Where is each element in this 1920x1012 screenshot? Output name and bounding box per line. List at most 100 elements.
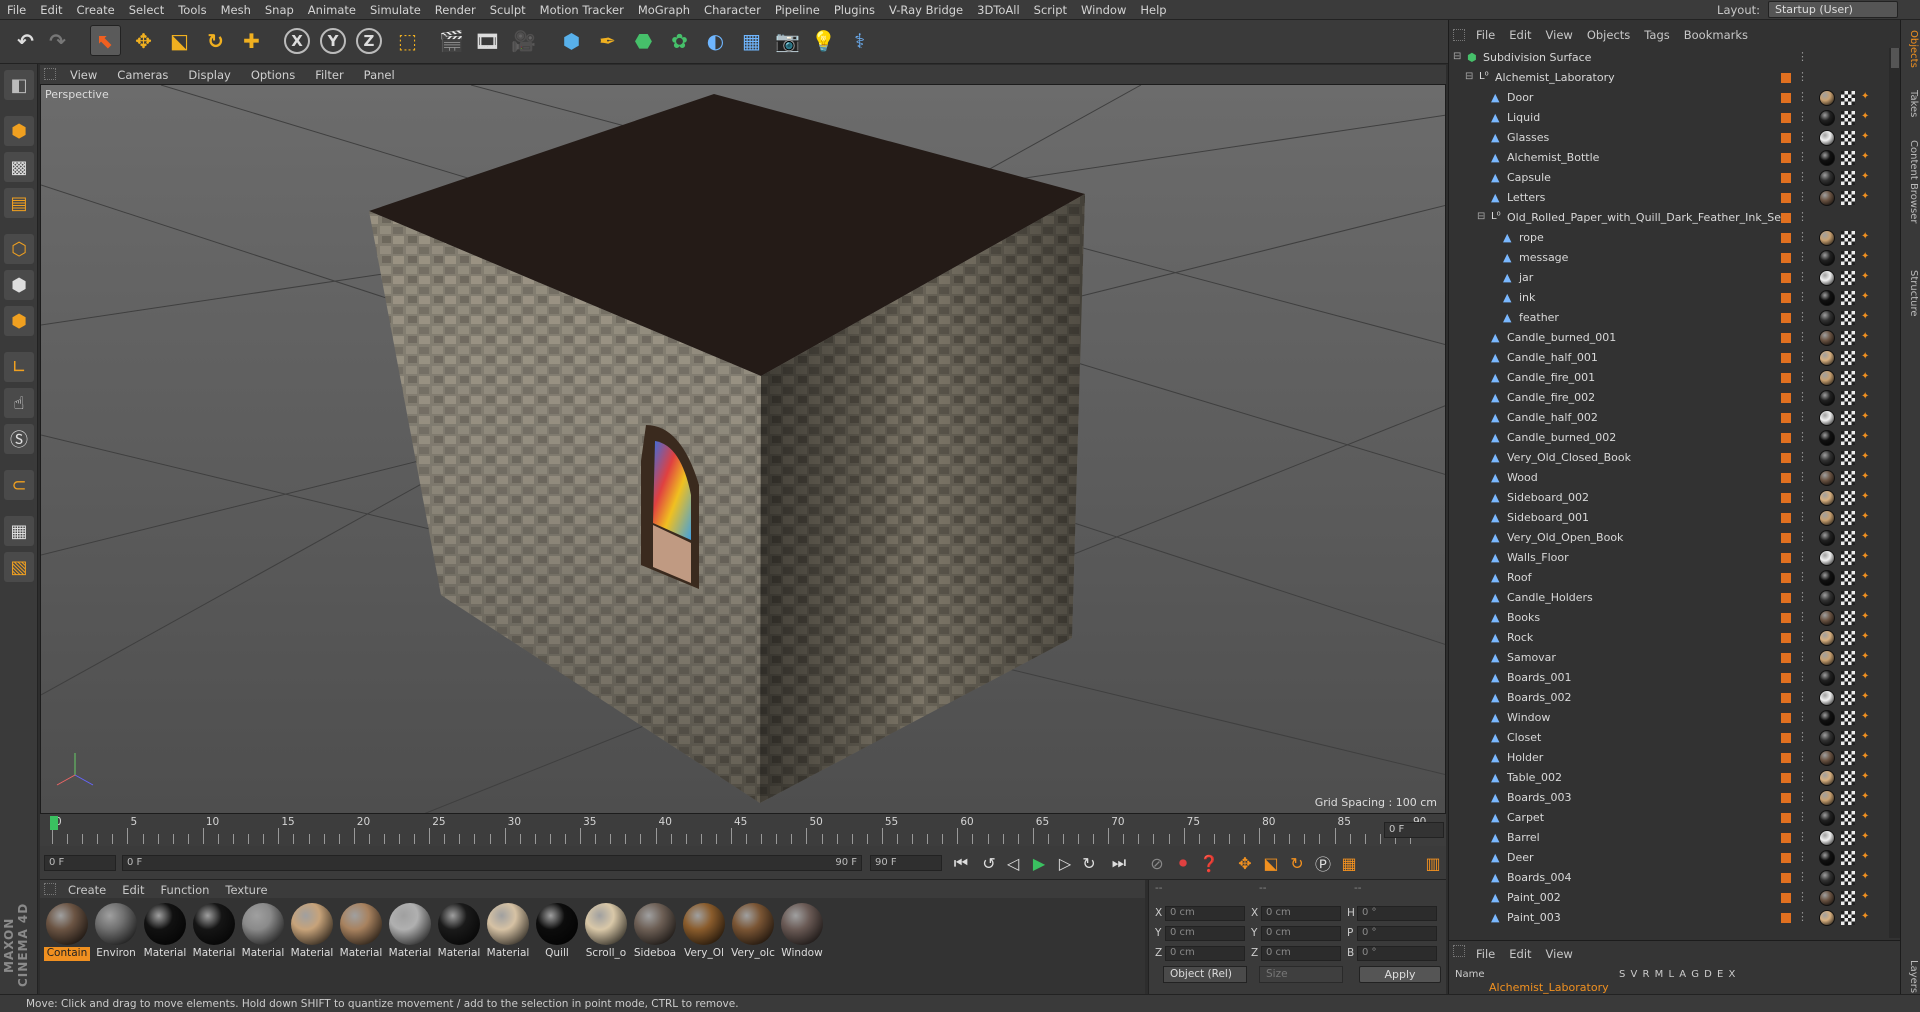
object-row-candle-half-002[interactable]: ▲ Candle_half_002 ⋮ ✦ (1449, 408, 1889, 428)
vray-tag-icon[interactable]: ✦ (1861, 451, 1869, 462)
object-row-rope[interactable]: ▲ rope ⋮ ✦ (1449, 228, 1889, 248)
material-tag-icon[interactable] (1819, 470, 1835, 486)
layer-color-icon[interactable] (1781, 893, 1791, 903)
material-tag-icon[interactable] (1819, 870, 1835, 886)
material-tag-icon[interactable] (1819, 310, 1835, 326)
visibility-dots-icon[interactable]: ⋮ (1797, 150, 1808, 163)
vray-tag-icon[interactable]: ✦ (1861, 811, 1869, 822)
preview-range-slider[interactable]: 0 F 90 F (122, 855, 862, 871)
menu-edit[interactable]: Edit (33, 0, 69, 20)
vray-tag-icon[interactable]: ✦ (1861, 851, 1869, 862)
material-swatch[interactable]: Sideboa (632, 903, 678, 961)
material-swatch[interactable]: Scroll_o (583, 903, 629, 961)
layer-color-icon[interactable] (1781, 713, 1791, 723)
visibility-dots-icon[interactable]: ⋮ (1797, 530, 1808, 543)
texture-tag-icon[interactable] (1841, 251, 1855, 265)
vray-tag-icon[interactable]: ✦ (1861, 671, 1869, 682)
material-tag-icon[interactable] (1819, 270, 1835, 286)
rotation-b-field[interactable]: 0 ° (1357, 946, 1437, 961)
texture-tag-icon[interactable] (1841, 491, 1855, 505)
layer-color-icon[interactable] (1781, 633, 1791, 643)
material-tag-icon[interactable] (1819, 450, 1835, 466)
texture-tag-icon[interactable] (1841, 891, 1855, 905)
layer-color-icon[interactable] (1781, 213, 1791, 223)
texture-tag-icon[interactable] (1841, 631, 1855, 645)
side-tab-content-browser[interactable]: Content Browser (1903, 140, 1919, 223)
material-tag-icon[interactable] (1819, 610, 1835, 626)
visibility-dots-icon[interactable]: ⋮ (1797, 410, 1808, 423)
layer-color-icon[interactable] (1781, 73, 1791, 83)
pen-spline-icon[interactable]: ✒ (592, 25, 623, 56)
material-tag-icon[interactable] (1819, 230, 1835, 246)
material-tag-icon[interactable] (1819, 850, 1835, 866)
size-z-field[interactable]: 0 cm (1261, 946, 1341, 961)
timeline-window-icon[interactable]: ▥ (1422, 852, 1444, 874)
texture-tag-icon[interactable] (1841, 611, 1855, 625)
object-row-samovar[interactable]: ▲ Samovar ⋮ ✦ (1449, 648, 1889, 668)
material-tag-icon[interactable] (1819, 90, 1835, 106)
texture-tag-icon[interactable] (1841, 591, 1855, 605)
object-row-deer[interactable]: ▲ Deer ⋮ ✦ (1449, 848, 1889, 868)
material-tag-icon[interactable] (1819, 430, 1835, 446)
key-rotation-icon[interactable]: ↻ (1286, 852, 1308, 874)
object-row-candle-half-001[interactable]: ▲ Candle_half_001 ⋮ ✦ (1449, 348, 1889, 368)
layer-color-icon[interactable] (1781, 113, 1791, 123)
vray-tag-icon[interactable]: ✦ (1861, 471, 1869, 482)
object-row-closet[interactable]: ▲ Closet ⋮ ✦ (1449, 728, 1889, 748)
layer-color-icon[interactable] (1781, 413, 1791, 423)
menu-help[interactable]: Help (1133, 0, 1173, 20)
start-frame-field[interactable]: 0 F (44, 855, 116, 871)
texture-tag-icon[interactable] (1841, 351, 1855, 365)
material-swatch[interactable]: Very_Ol (681, 903, 727, 961)
material-swatch[interactable]: Contain (44, 903, 90, 961)
workplane-grid-icon[interactable]: ▦ (4, 516, 34, 546)
texture-tag-icon[interactable] (1841, 511, 1855, 525)
panel-grip-icon[interactable] (1453, 29, 1465, 41)
material-tag-icon[interactable] (1819, 670, 1835, 686)
size-mode-select[interactable]: Size (1259, 966, 1343, 983)
material-tag-icon[interactable] (1819, 350, 1835, 366)
material-swatch[interactable]: Quill (534, 903, 580, 961)
record-keys-icon[interactable]: ⊘ (1146, 852, 1168, 874)
texture-tag-icon[interactable] (1841, 711, 1855, 725)
material-swatch[interactable]: Very_olc (730, 903, 776, 961)
material-tag-icon[interactable] (1819, 570, 1835, 586)
visibility-dots-icon[interactable]: ⋮ (1797, 670, 1808, 683)
material-tag-icon[interactable] (1819, 490, 1835, 506)
texture-tag-icon[interactable] (1841, 271, 1855, 285)
material-swatch[interactable]: Window (779, 903, 825, 961)
vray-tag-icon[interactable]: ✦ (1861, 631, 1869, 642)
current-frame-field[interactable]: 0 F (1384, 822, 1444, 838)
vray-tag-icon[interactable]: ✦ (1861, 911, 1869, 922)
material-tag-icon[interactable] (1819, 630, 1835, 646)
menu-plugins[interactable]: Plugins (827, 0, 882, 20)
visibility-dots-icon[interactable]: ⋮ (1797, 750, 1808, 763)
layer-color-icon[interactable] (1781, 813, 1791, 823)
visibility-dots-icon[interactable]: ⋮ (1797, 870, 1808, 883)
previous-frame-icon[interactable]: ◁ (1002, 852, 1024, 874)
menu-motion-tracker[interactable]: Motion Tracker (533, 0, 631, 20)
object-row-books[interactable]: ▲ Books ⋮ ✦ (1449, 608, 1889, 628)
texture-tag-icon[interactable] (1841, 731, 1855, 745)
menu-script[interactable]: Script (1027, 0, 1074, 20)
texture-tag-icon[interactable] (1841, 331, 1855, 345)
texture-tag-icon[interactable] (1841, 471, 1855, 485)
object-row-sideboard-002[interactable]: ▲ Sideboard_002 ⋮ ✦ (1449, 488, 1889, 508)
menu-render[interactable]: Render (428, 0, 483, 20)
layer-color-icon[interactable] (1781, 333, 1791, 343)
material-tag-icon[interactable] (1819, 650, 1835, 666)
object-row-letters[interactable]: ▲ Letters ⋮ ✦ (1449, 188, 1889, 208)
object-row-candle-burned-002[interactable]: ▲ Candle_burned_002 ⋮ ✦ (1449, 428, 1889, 448)
undo-icon[interactable]: ↶ (10, 25, 41, 56)
vray-tag-icon[interactable]: ✦ (1861, 511, 1869, 522)
coordinate-mode-select[interactable]: Object (Rel) (1163, 966, 1247, 983)
layer-color-icon[interactable] (1781, 173, 1791, 183)
layer-color-icon[interactable] (1781, 353, 1791, 363)
visibility-dots-icon[interactable]: ⋮ (1797, 790, 1808, 803)
material-tag-icon[interactable] (1819, 250, 1835, 266)
texture-tag-icon[interactable] (1841, 391, 1855, 405)
texture-tag-icon[interactable] (1841, 451, 1855, 465)
vray-tag-icon[interactable]: ✦ (1861, 411, 1869, 422)
perspective-viewport[interactable]: Perspective Grid Spacing : 100 cm (40, 84, 1446, 814)
object-row-boards-001[interactable]: ▲ Boards_001 ⋮ ✦ (1449, 668, 1889, 688)
